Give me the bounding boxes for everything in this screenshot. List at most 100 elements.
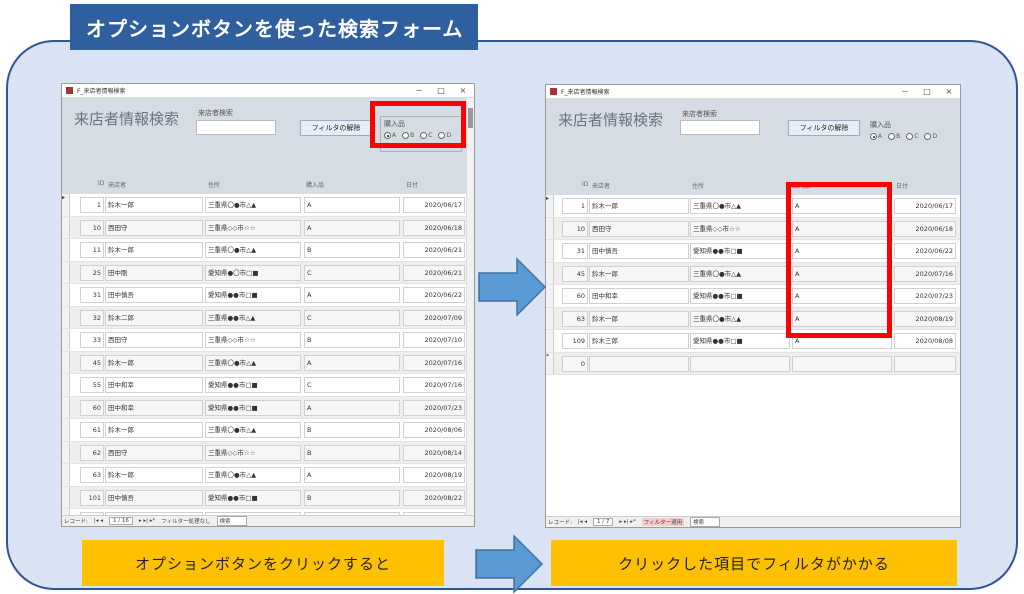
table-row[interactable]: 31 田中慎吾 愛知県●●市□■ A 2020/06/22 (62, 284, 474, 307)
cell-date[interactable]: 2020/08/19 (403, 467, 465, 483)
maximize-button[interactable]: □ (916, 87, 938, 96)
cell-date[interactable]: 2020/07/10 (403, 332, 465, 348)
cell-address[interactable]: 三重県◇◇市☆☆ (205, 332, 301, 348)
clear-filter-button[interactable]: フィルタの解除 (300, 120, 372, 136)
maximize-button[interactable]: □ (430, 86, 452, 95)
cell-address[interactable]: 三重県〇●市△▲ (205, 197, 301, 213)
record-selector[interactable] (62, 329, 70, 351)
record-selector[interactable] (62, 486, 70, 508)
cell-address[interactable]: 三重県〇●市△▲ (690, 265, 790, 282)
radio-a[interactable] (870, 133, 877, 140)
minimize-button[interactable]: － (408, 85, 430, 96)
cell-address[interactable]: 三重県〇●市△▲ (205, 242, 301, 258)
cell-address[interactable]: 三重県◇◇市☆☆ (690, 220, 790, 237)
cell-address[interactable]: 愛知県●●市□■ (205, 377, 301, 393)
option-c[interactable]: C (906, 133, 918, 140)
radio-d[interactable] (924, 133, 932, 140)
cell-date[interactable]: 2020/08/14 (403, 444, 465, 461)
cell-item[interactable]: A (304, 197, 400, 213)
cell-date[interactable]: 2020/08/22 (403, 489, 465, 506)
radio-c[interactable] (906, 133, 914, 140)
cell-name[interactable]: 鈴木一郎 (105, 242, 203, 258)
table-row[interactable]: 60 田中和幸 愛知県●●市□■ A 2020/07/23 (546, 285, 960, 308)
table-row[interactable]: 63 鈴木一郎 三重県〇●市△▲ A 2020/08/19 (62, 464, 474, 487)
cell-name[interactable]: 西田守 (589, 220, 689, 237)
new-cell-name[interactable] (589, 355, 689, 372)
table-row[interactable]: 10 西田守 三重県◇◇市☆☆ A 2020/06/18 (546, 217, 960, 240)
table-row[interactable]: 33 西田守 三重県◇◇市☆☆ B 2020/07/10 (62, 329, 474, 352)
table-row[interactable]: 101 田中慎吾 愛知県●●市□■ B 2020/08/22 (62, 486, 474, 509)
cell-date[interactable]: 2020/07/16 (403, 377, 465, 393)
cell-date[interactable]: 2020/07/16 (403, 354, 465, 371)
cell-date[interactable]: 2020/08/08 (894, 333, 956, 349)
record-selector[interactable] (62, 374, 70, 396)
cell-date[interactable]: 2020/06/17 (403, 197, 465, 213)
cell-id[interactable]: 45 (80, 354, 104, 371)
new-record-row[interactable]: * 0 (546, 352, 960, 375)
new-record-selector[interactable]: * (546, 352, 554, 374)
nav-search-input[interactable]: 検索 (690, 517, 721, 527)
cell-date[interactable]: 2020/07/16 (894, 265, 956, 282)
cell-item[interactable]: B (304, 332, 400, 348)
cell-name[interactable]: 鈴木一郎 (589, 198, 689, 214)
cell-address[interactable]: 三重県〇●市△▲ (690, 310, 790, 327)
filter-status[interactable]: フィルター処理なし (161, 517, 210, 525)
table-row[interactable]: ▸ 1 鈴木一郎 三重県〇●市△▲ A 2020/06/17 (62, 194, 474, 217)
new-cell-address[interactable] (690, 355, 790, 372)
table-row[interactable]: 32 鈴木二郎 三重県●●市△▲ C 2020/07/09 (62, 306, 474, 329)
cell-date[interactable]: 2020/07/09 (403, 309, 465, 326)
cell-address[interactable]: 三重県〇●市△▲ (205, 354, 301, 371)
new-cell-id[interactable]: 0 (562, 355, 588, 372)
table-row[interactable]: ▸ 1 鈴木一郎 三重県〇●市△▲ A 2020/06/17 (546, 195, 960, 218)
record-selector[interactable] (62, 396, 70, 418)
record-position[interactable]: 1 / 7 (592, 518, 614, 526)
cell-address[interactable]: 愛知県●●市□■ (690, 333, 790, 349)
cell-item[interactable]: A (304, 399, 400, 416)
cell-id[interactable]: 11 (80, 242, 104, 258)
record-position[interactable]: 1 / 16 (108, 517, 133, 525)
cell-id[interactable]: 62 (80, 444, 104, 461)
cell-id[interactable]: 55 (80, 377, 104, 393)
cell-id[interactable]: 1 (80, 197, 104, 213)
cell-id[interactable]: 10 (80, 219, 104, 236)
cell-id[interactable]: 45 (562, 265, 588, 282)
cell-id[interactable]: 63 (562, 310, 588, 327)
cell-id[interactable]: 10 (562, 220, 588, 237)
cell-date[interactable]: 2020/08/19 (894, 310, 956, 327)
close-button[interactable]: × (938, 87, 960, 96)
vertical-scrollbar[interactable] (466, 98, 474, 516)
scroll-thumb[interactable] (468, 108, 473, 128)
cell-address[interactable]: 三重県〇●市△▲ (205, 467, 301, 483)
nav-first-icon[interactable]: |◂ ◂ (578, 519, 587, 525)
option-b[interactable]: B (888, 133, 900, 140)
cell-name[interactable]: 鈴木三郎 (589, 333, 689, 349)
cell-date[interactable]: 2020/07/23 (403, 399, 465, 416)
cell-name[interactable]: 西田守 (105, 219, 203, 236)
cell-item[interactable]: B (304, 242, 400, 258)
nav-last-icon[interactable]: ▸ ▸| ▸* (619, 519, 635, 525)
cell-date[interactable]: 2020/07/23 (894, 288, 956, 304)
cell-id[interactable]: 101 (80, 489, 104, 506)
cell-address[interactable]: 愛知県●〇市□■ (205, 264, 301, 281)
record-selector[interactable] (546, 262, 554, 284)
search-input[interactable] (196, 120, 276, 135)
table-row[interactable]: 60 田中和幸 愛知県●●市□■ A 2020/07/23 (62, 396, 474, 419)
cell-name[interactable]: 鈴木一郎 (105, 354, 203, 371)
cell-id[interactable]: 33 (80, 332, 104, 348)
cell-name[interactable]: 田中和幸 (105, 399, 203, 416)
record-selector[interactable] (546, 285, 554, 307)
table-row[interactable]: 25 田中剛 愛知県●〇市□■ C 2020/06/21 (62, 261, 474, 284)
cell-name[interactable]: 鈴木一郎 (105, 422, 203, 438)
cell-id[interactable]: 60 (80, 399, 104, 416)
cell-date[interactable]: 2020/06/21 (403, 264, 465, 281)
option-a[interactable]: A (870, 133, 882, 140)
cell-id[interactable]: 31 (562, 243, 588, 259)
cell-date[interactable]: 2020/08/06 (403, 422, 465, 438)
record-selector[interactable] (546, 240, 554, 262)
cell-date[interactable]: 2020/06/18 (894, 220, 956, 237)
record-selector[interactable] (62, 464, 70, 486)
cell-address[interactable]: 三重県◇◇市☆☆ (205, 444, 301, 461)
record-selector[interactable] (62, 261, 70, 283)
cell-name[interactable]: 田中和幸 (589, 288, 689, 304)
nav-first-icon[interactable]: |◂ ◂ (94, 518, 103, 524)
